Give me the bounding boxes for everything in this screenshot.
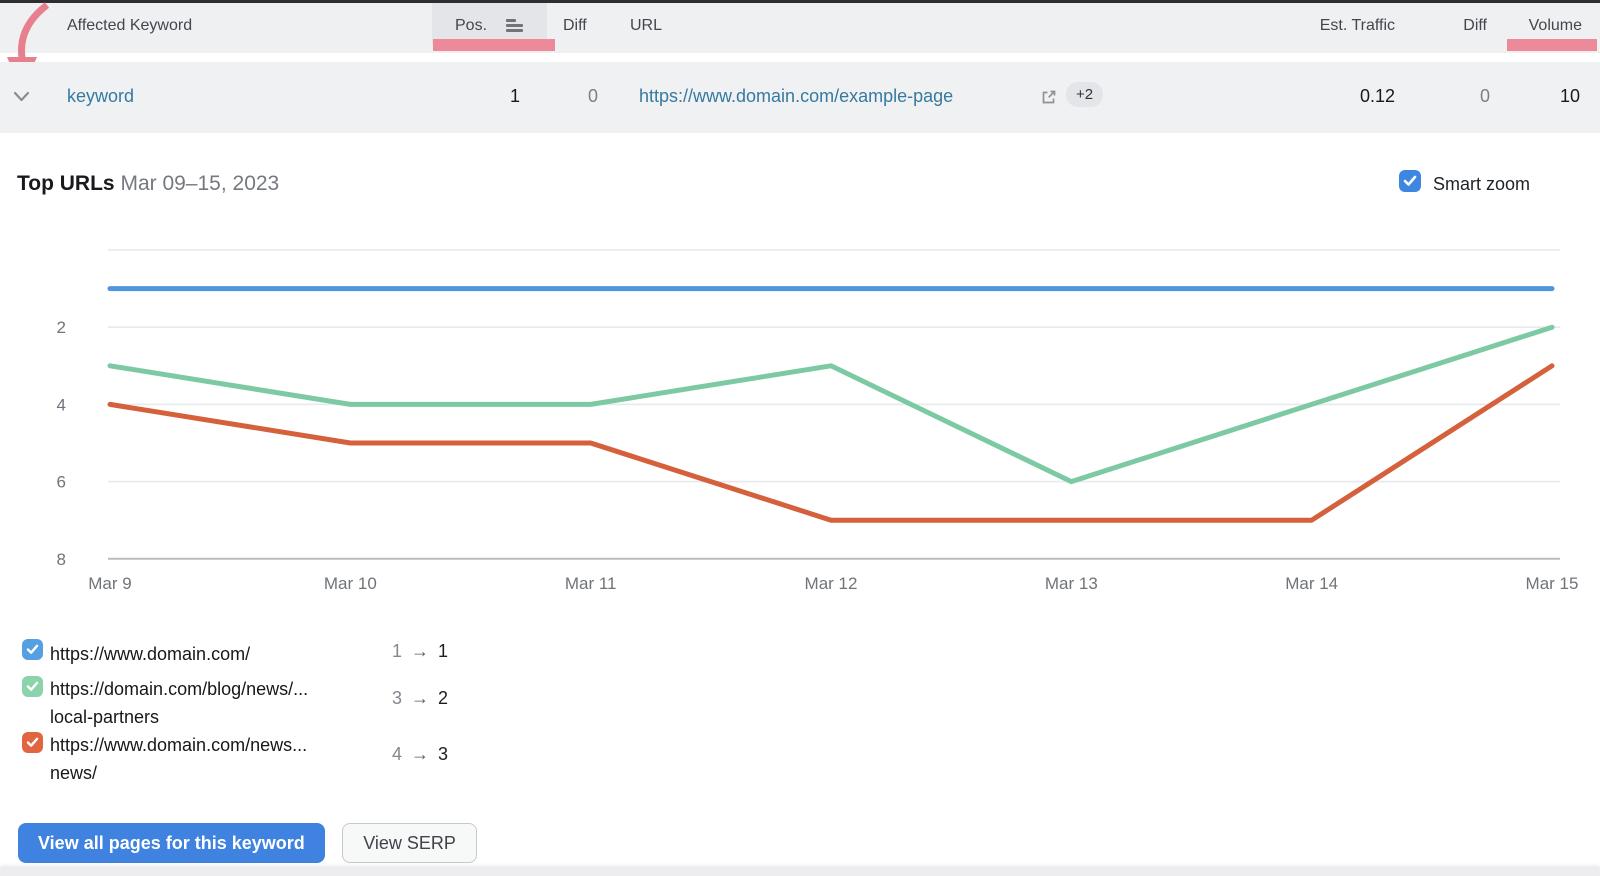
svg-text:Mar 11: Mar 11	[565, 574, 617, 593]
svg-text:8: 8	[57, 550, 66, 569]
svg-text:Mar 15: Mar 15	[1526, 574, 1579, 593]
col-url[interactable]: URL	[630, 17, 662, 35]
right-arrow-icon: →	[402, 641, 438, 661]
section-title-bold: Top URLs	[17, 172, 115, 195]
chevron-down-icon[interactable]	[13, 91, 30, 103]
smart-zoom-checkbox[interactable]	[1399, 170, 1421, 192]
legend-url-1: https://www.domain.com/	[50, 640, 250, 668]
external-link-icon[interactable]	[1040, 88, 1058, 106]
view-serp-button[interactable]: View SERP	[342, 823, 477, 863]
position-tracking-chart: 2 4 6 8 Mar 9 Mar 10 Mar 11 Mar 12 Mar 13 Mar 14 M…	[0, 240, 1600, 605]
sort-icon[interactable]	[506, 19, 523, 34]
check-icon	[26, 644, 39, 655]
view-all-pages-button[interactable]: View all pages for this keyword	[18, 823, 325, 863]
check-icon	[26, 681, 39, 692]
svg-text:Mar 10: Mar 10	[324, 574, 377, 593]
highlight-bar-volume	[1507, 39, 1597, 51]
section-title: Top URLs Mar 09–15, 2023	[17, 172, 279, 196]
smart-zoom-label[interactable]: Smart zoom	[1433, 174, 1530, 195]
legend-change-2: 3→2	[392, 688, 448, 709]
svg-text:Mar 13: Mar 13	[1045, 574, 1098, 593]
legend-checkbox-1[interactable]	[22, 639, 43, 660]
svg-text:4: 4	[57, 395, 66, 414]
col-pos[interactable]: Pos.	[455, 17, 487, 35]
svg-text:Mar 14: Mar 14	[1285, 574, 1338, 593]
section-date-range: Mar 09–15, 2023	[120, 172, 279, 195]
action-buttons: View all pages for this keyword View SER…	[18, 823, 477, 863]
card-bottom-shadow	[0, 868, 1600, 876]
svg-text:Mar 12: Mar 12	[805, 574, 858, 593]
row-diff-value: 0	[548, 86, 598, 107]
row-diff2-value: 0	[1480, 86, 1490, 107]
col-affected-keyword[interactable]: Affected Keyword	[67, 17, 192, 35]
legend-url-3: https://www.domain.com/news... news/	[50, 731, 307, 787]
col-volume[interactable]: Volume	[1529, 17, 1582, 35]
legend-change-1: 1→1	[392, 641, 448, 662]
right-arrow-icon: →	[402, 744, 438, 764]
check-icon	[26, 737, 39, 748]
col-diff-2[interactable]: Diff	[1463, 17, 1487, 35]
check-icon	[1403, 175, 1417, 187]
svg-text:Mar 9: Mar 9	[88, 574, 131, 593]
row-volume-value: 10	[1560, 86, 1580, 107]
svg-text:6: 6	[57, 473, 66, 492]
col-diff[interactable]: Diff	[563, 17, 587, 35]
legend-url-2: https://domain.com/blog/news/... local-p…	[50, 675, 308, 731]
keyword-link[interactable]: keyword	[67, 86, 134, 107]
legend-change-3: 4→3	[392, 744, 448, 765]
row-pos-value: 1	[460, 86, 520, 107]
svg-text:2: 2	[57, 318, 66, 337]
legend-checkbox-2[interactable]	[22, 676, 43, 697]
table-header: Affected Keyword Pos. Diff URL Est. Traf…	[0, 3, 1600, 53]
more-urls-badge[interactable]: +2	[1066, 82, 1103, 107]
highlight-bar-pos	[433, 39, 555, 51]
row-url-link[interactable]: https://www.domain.com/example-page	[639, 86, 953, 107]
row-est-traffic-value: 0.12	[1360, 86, 1395, 107]
right-arrow-icon: →	[402, 688, 438, 708]
col-est-traffic[interactable]: Est. Traffic	[1320, 17, 1395, 35]
legend-checkbox-3[interactable]	[22, 732, 43, 753]
keyword-row: keyword 1 0 https://www.domain.com/examp…	[0, 62, 1600, 133]
